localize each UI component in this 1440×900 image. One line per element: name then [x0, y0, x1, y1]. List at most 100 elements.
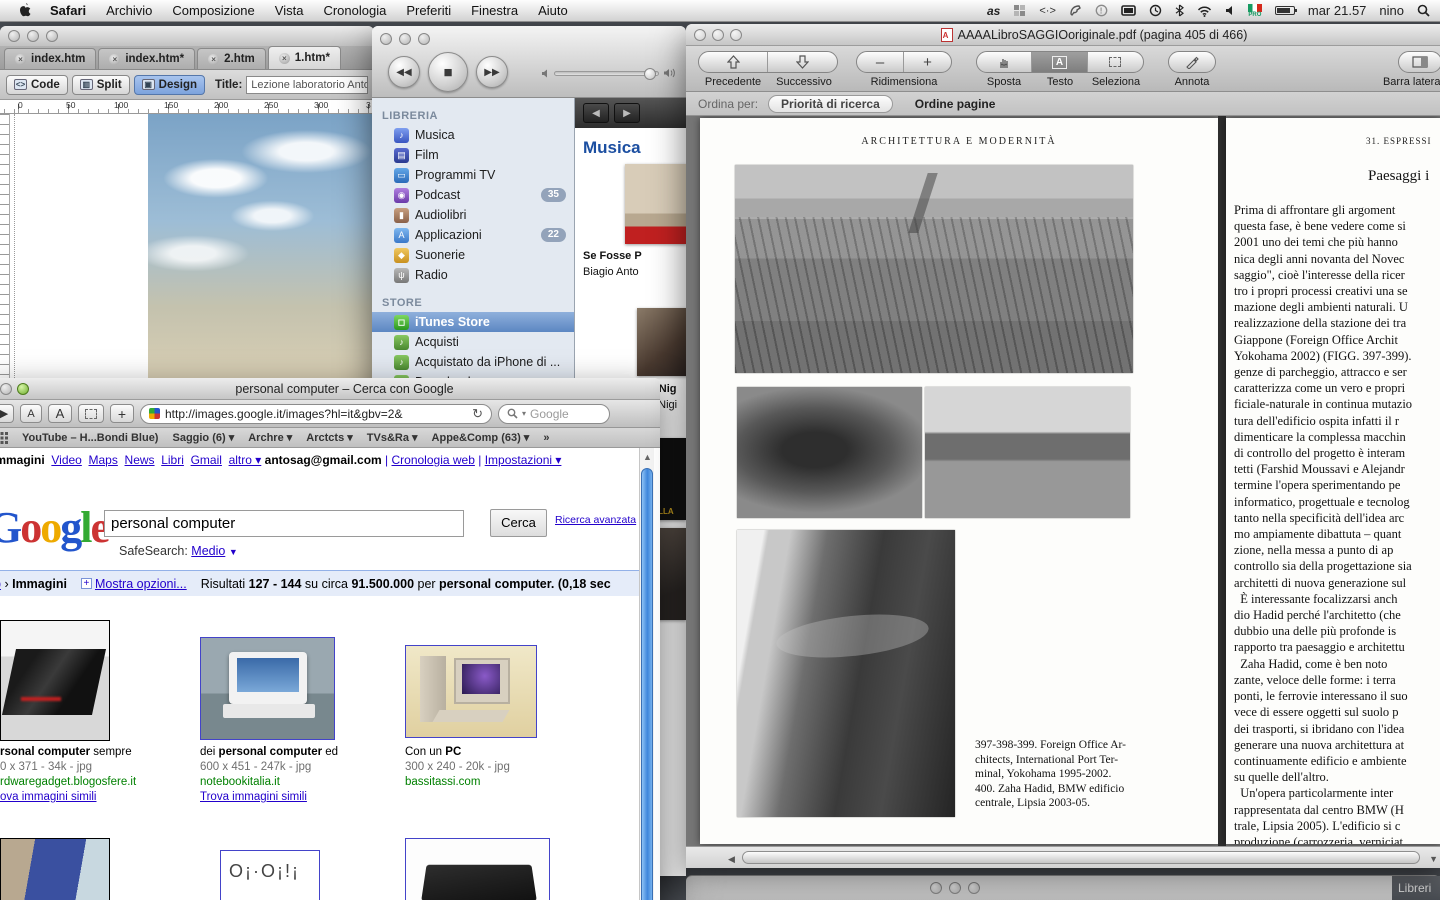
- reload-icon[interactable]: ↻: [472, 406, 483, 422]
- bookmark-archre[interactable]: Archre ▾: [248, 431, 292, 444]
- search-query-input[interactable]: [104, 510, 464, 537]
- close-button[interactable]: [694, 29, 706, 41]
- store-back-button[interactable]: ◀: [583, 103, 609, 123]
- spotlight-icon[interactable]: [1417, 2, 1430, 20]
- zoom-button[interactable]: [17, 383, 29, 395]
- nav-news[interactable]: News: [125, 453, 155, 467]
- menu-preferiti[interactable]: Preferiti: [396, 3, 461, 18]
- nav-gmail[interactable]: Gmail: [191, 453, 222, 467]
- scrollbar-thumb[interactable]: [641, 468, 653, 900]
- increase-text-button[interactable]: A: [48, 404, 72, 423]
- result-image-drawing[interactable]: O¡·O¡!¡: [220, 850, 320, 900]
- sort-page-order-button[interactable]: Ordine pagine: [915, 97, 996, 111]
- alert-sync-icon[interactable]: !: [1095, 2, 1108, 20]
- input-language-flag-icon[interactable]: PRO: [1248, 2, 1262, 20]
- similar-images-link[interactable]: ova immagini simili: [0, 791, 97, 803]
- design-view-button[interactable]: ▣Design: [134, 75, 205, 95]
- bookmark-tvs-ra[interactable]: TVs&Ra ▾: [367, 431, 418, 444]
- clouds-image[interactable]: [148, 114, 374, 382]
- result-image-desktop-pc[interactable]: [405, 645, 537, 738]
- page-title-input[interactable]: Lezione laboratorio Antonino S: [246, 76, 368, 94]
- zoom-button[interactable]: [46, 30, 58, 42]
- web-history-link[interactable]: Cronologia web: [392, 453, 475, 467]
- menu-cronologia[interactable]: Cronologia: [313, 3, 396, 18]
- keyboard-viewer-icon[interactable]: <·>: [1039, 2, 1056, 20]
- background-window-titlebar[interactable]: Libreri: [686, 875, 1440, 900]
- move-tool-button[interactable]: [977, 52, 1032, 72]
- search-field[interactable]: ▾ Google: [498, 404, 610, 424]
- preview-titlebar[interactable]: AAAALibroSAGGIOoriginale.pdf (pagina 405…: [686, 24, 1440, 46]
- close-button[interactable]: [930, 882, 942, 894]
- close-tab-icon[interactable]: ×: [279, 53, 290, 64]
- menu-finestra[interactable]: Finestra: [461, 3, 528, 18]
- code-view-button[interactable]: <>Code: [6, 75, 68, 95]
- zoom-button[interactable]: [968, 882, 980, 894]
- annotate-button[interactable]: [1169, 52, 1215, 72]
- phone-sync-icon[interactable]: [1069, 2, 1082, 20]
- tab-2-htm[interactable]: ×2.htm: [197, 48, 266, 69]
- new-tab-button[interactable]: +: [110, 404, 134, 423]
- menubar-user[interactable]: nino: [1379, 3, 1404, 18]
- horizontal-scrollbar[interactable]: ◀ ▼: [686, 846, 1440, 868]
- album-artist[interactable]: Biagio Anto: [583, 266, 639, 278]
- result-image-netbook[interactable]: [200, 637, 335, 740]
- split-view-button[interactable]: ▥Split: [72, 75, 130, 95]
- nav-libri[interactable]: Libri: [161, 453, 184, 467]
- address-bar[interactable]: http://images.google.it/images?hl=it&gbv…: [140, 404, 492, 424]
- minimize-button[interactable]: [949, 882, 961, 894]
- safari-titlebar[interactable]: personal computer – Cerca con Google: [0, 378, 660, 400]
- itunes-titlebar[interactable]: ◀◀ ■ ▶▶: [372, 26, 686, 98]
- sidebar-item-acquisti[interactable]: ♪Acquisti: [372, 332, 574, 352]
- sidebar-item-acquistato-iphone[interactable]: ♪Acquistato da iPhone di ...: [372, 352, 574, 372]
- sidebar-item-programmi-tv[interactable]: ▭Programmi TV: [372, 165, 574, 185]
- text-tool-button[interactable]: A: [1032, 52, 1087, 72]
- pdf-page-view[interactable]: ARCHITETTURA E MODERNITÀ 397-398-399. Fo…: [686, 116, 1440, 846]
- zoom-out-button[interactable]: –: [857, 52, 904, 72]
- dreamweaver-titlebar[interactable]: [0, 26, 374, 46]
- decrease-text-button[interactable]: A: [20, 404, 42, 423]
- zoom-in-button[interactable]: +: [904, 52, 951, 72]
- close-button[interactable]: [8, 30, 20, 42]
- result-image-settopbox[interactable]: [405, 838, 550, 900]
- store-forward-button[interactable]: ▶: [614, 103, 640, 123]
- top-sites-grid-icon[interactable]: [0, 432, 8, 444]
- volume-slider[interactable]: [542, 68, 676, 78]
- forward-button[interactable]: ▶: [0, 404, 14, 423]
- sidebar-item-film[interactable]: ▤Film: [372, 145, 574, 165]
- tab-1-htm[interactable]: ×1.htm*: [268, 46, 341, 69]
- sidebar-item-audiolibri[interactable]: ▮Audiolibri: [372, 205, 574, 225]
- lastfm-menu-icon[interactable]: as: [987, 2, 1000, 20]
- bluetooth-icon[interactable]: [1175, 2, 1184, 20]
- menu-aiuto[interactable]: Aiuto: [528, 3, 578, 18]
- close-tab-icon[interactable]: ×: [208, 54, 219, 65]
- sidebar-item-suonerie[interactable]: ◆Suonerie: [372, 245, 574, 265]
- safesearch-dropdown-arrow[interactable]: ▼: [229, 547, 238, 557]
- menu-vista[interactable]: Vista: [265, 3, 314, 18]
- sort-priority-button[interactable]: Priorità di ricerca: [768, 95, 893, 113]
- wifi-icon[interactable]: [1197, 2, 1212, 20]
- menu-composizione[interactable]: Composizione: [162, 3, 264, 18]
- close-tab-icon[interactable]: ×: [15, 54, 26, 65]
- sidebar-item-podcast[interactable]: ◉Podcast35: [372, 185, 574, 205]
- close-tab-icon[interactable]: ×: [109, 54, 120, 65]
- apple-menu-icon[interactable]: [10, 2, 40, 20]
- show-options-plus-icon[interactable]: +: [81, 578, 92, 589]
- scroll-left-arrow[interactable]: ◀: [728, 854, 735, 865]
- nav-maps[interactable]: Maps: [89, 453, 118, 467]
- album-title[interactable]: Se Fosse P: [583, 250, 642, 262]
- zoom-button[interactable]: [418, 33, 430, 45]
- nav-altro[interactable]: altro ▾: [229, 453, 262, 467]
- minimize-button[interactable]: [712, 29, 724, 41]
- result-image-laptops[interactable]: [0, 620, 110, 741]
- scroll-up-arrow[interactable]: ▲: [643, 452, 652, 462]
- scroll-down-arrow[interactable]: ▼: [1429, 854, 1438, 864]
- breadcrumb-web-link[interactable]: b: [0, 577, 1, 591]
- settings-link[interactable]: Impostazioni ▾: [485, 453, 562, 467]
- select-tool-button[interactable]: [1088, 52, 1143, 72]
- webclip-button[interactable]: [78, 404, 104, 423]
- zoom-button[interactable]: [730, 29, 742, 41]
- vertical-scrollbar[interactable]: ▲: [639, 448, 654, 900]
- album-cover-se-fosse[interactable]: [625, 164, 686, 244]
- hscroll-thumb[interactable]: [742, 851, 1420, 864]
- design-canvas[interactable]: [0, 114, 374, 382]
